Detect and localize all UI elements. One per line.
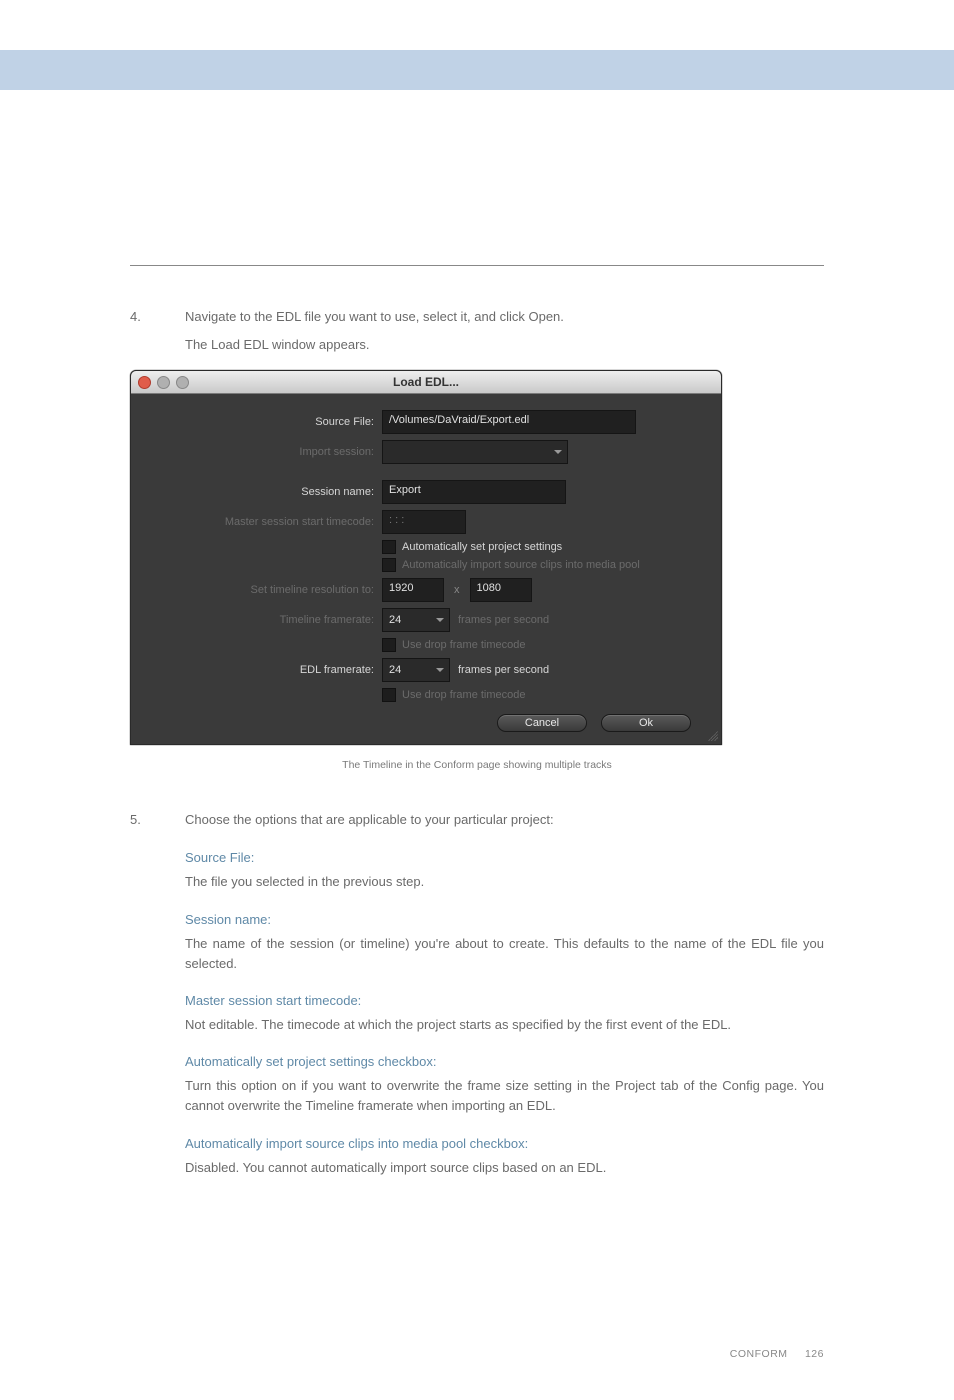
divider	[130, 265, 824, 266]
session-name-field[interactable]: Export	[382, 480, 566, 504]
auto-settings-label: Automatically set project settings	[402, 541, 562, 553]
step-5-number: 5.	[130, 809, 185, 831]
cancel-button[interactable]: Cancel	[497, 714, 587, 732]
option-auto-import-title: Automatically import source clips into m…	[185, 1133, 824, 1155]
label-import-session: Import session:	[149, 446, 382, 458]
step-4-text: Navigate to the EDL file you want to use…	[185, 306, 824, 328]
resolution-width-field[interactable]: 1920	[382, 578, 444, 602]
edl-fps-select[interactable]: 24	[382, 658, 450, 682]
label-source-file: Source File:	[149, 416, 382, 428]
resolution-height-field[interactable]: 1080	[470, 578, 532, 602]
timeline-dropframe-checkbox	[382, 638, 396, 652]
dialog-title: Load EDL...	[131, 375, 721, 389]
label-master-tc: Master session start timecode:	[149, 516, 382, 528]
option-session-name-title: Session name:	[185, 909, 824, 931]
option-auto-settings-desc: Turn this option on if you want to overw…	[185, 1076, 824, 1116]
auto-import-checkbox	[382, 558, 396, 572]
timeline-dropframe-label: Use drop frame timecode	[402, 639, 526, 651]
master-tc-field: : : :	[382, 510, 466, 534]
ok-button[interactable]: Ok	[601, 714, 691, 732]
edl-fps-suffix: frames per second	[458, 664, 549, 676]
timeline-fps-select[interactable]: 24	[382, 608, 450, 632]
option-auto-settings-title: Automatically set project settings check…	[185, 1051, 824, 1073]
option-session-name-desc: The name of the session (or timeline) yo…	[185, 934, 824, 974]
label-edl-framerate: EDL framerate:	[149, 664, 382, 676]
resolution-x: x	[452, 584, 462, 596]
label-timeline-framerate: Timeline framerate:	[149, 614, 382, 626]
edl-dropframe-label: Use drop frame timecode	[402, 689, 526, 701]
source-file-field[interactable]: /Volumes/DaVraid/Export.edl	[382, 410, 636, 434]
auto-import-label: Automatically import source clips into m…	[402, 559, 640, 571]
label-session-name: Session name:	[149, 486, 382, 498]
step-4-number: 4.	[130, 306, 185, 328]
maximize-icon[interactable]	[176, 376, 189, 389]
resize-handle-icon[interactable]	[708, 731, 718, 741]
edl-dropframe-checkbox	[382, 688, 396, 702]
dialog-titlebar: Load EDL...	[131, 371, 721, 394]
import-session-select[interactable]	[382, 440, 568, 464]
label-set-resolution: Set timeline resolution to:	[149, 584, 382, 596]
auto-settings-checkbox[interactable]	[382, 540, 396, 554]
option-source-file-desc: The file you selected in the previous st…	[185, 872, 824, 892]
close-icon[interactable]	[138, 376, 151, 389]
option-source-file-title: Source File:	[185, 847, 824, 869]
option-master-tc-title: Master session start timecode:	[185, 990, 824, 1012]
header-band	[0, 50, 954, 90]
minimize-icon[interactable]	[157, 376, 170, 389]
figure-caption: The Timeline in the Conform page showing…	[130, 759, 824, 771]
step-5-text: Choose the options that are applicable t…	[185, 809, 824, 831]
option-master-tc-desc: Not editable. The timecode at which the …	[185, 1015, 824, 1035]
load-edl-dialog: Load EDL... Source File: /Volumes/DaVrai…	[130, 370, 722, 745]
timeline-fps-suffix: frames per second	[458, 614, 549, 626]
option-auto-import-desc: Disabled. You cannot automatically impor…	[185, 1158, 824, 1178]
step-4-subtext: The Load EDL window appears.	[185, 334, 824, 356]
